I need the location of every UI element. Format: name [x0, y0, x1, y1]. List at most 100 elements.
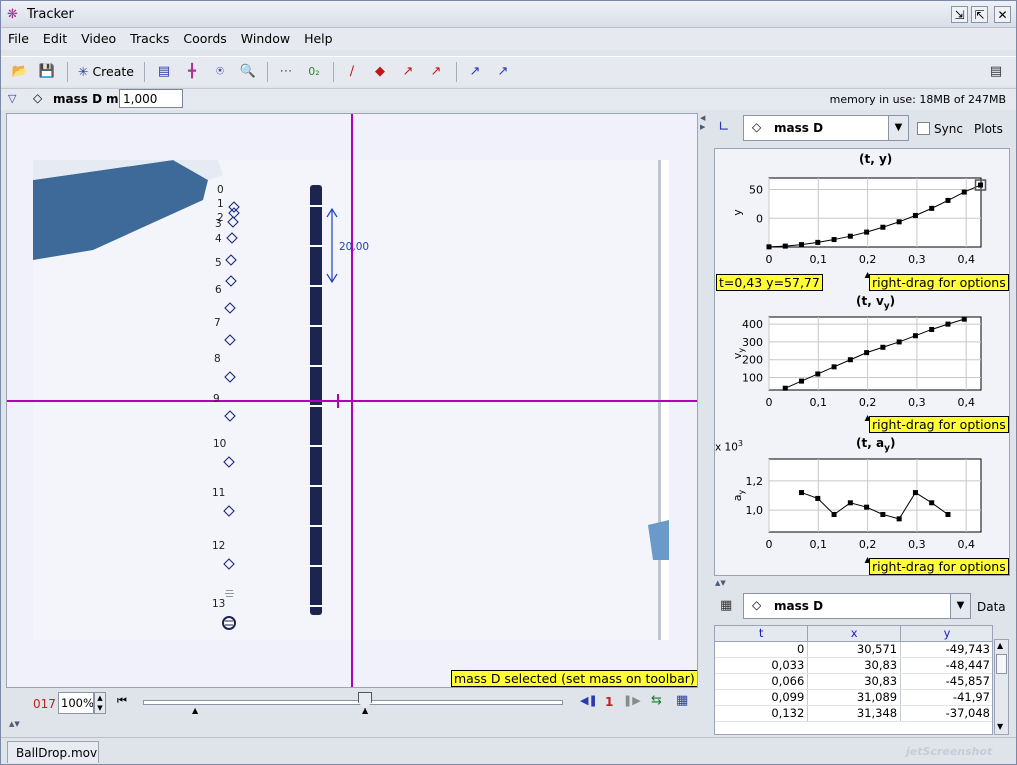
notes-icon[interactable]: ▤	[985, 60, 1007, 84]
frame-slider-track[interactable]	[143, 700, 563, 705]
data-point[interactable]	[799, 378, 805, 384]
table-view-icon[interactable]: ▦	[720, 598, 732, 613]
maximize-icon[interactable]: ⇱	[971, 6, 988, 23]
position-icon[interactable]: ◆	[369, 60, 391, 84]
track-point-marker[interactable]	[224, 334, 236, 346]
zoom-icon[interactable]: 🔍	[237, 60, 259, 84]
data-point[interactable]	[766, 244, 772, 250]
player-menu-icon[interactable]: ▦	[676, 693, 688, 708]
data-point[interactable]	[831, 237, 837, 243]
trail-icon[interactable]: ⋯	[275, 60, 297, 84]
data-point[interactable]	[912, 490, 918, 496]
menu-window[interactable]: Window	[234, 28, 297, 46]
sync-checkbox[interactable]	[917, 122, 930, 135]
table-cell[interactable]: 0,033	[715, 657, 809, 674]
data-point[interactable]	[929, 326, 935, 332]
tab-balldrop[interactable]: BallDrop.mov	[7, 741, 99, 763]
data-point[interactable]	[945, 511, 951, 517]
data-point[interactable]	[864, 229, 870, 235]
column-header-y[interactable]: y	[900, 626, 992, 642]
data-point[interactable]	[782, 385, 788, 391]
data-point[interactable]	[831, 511, 837, 517]
track-point-marker[interactable]	[224, 302, 236, 314]
plot-split-arrows-icon[interactable]: ▲▼	[715, 579, 726, 587]
data-point[interactable]	[929, 500, 935, 506]
table-cell[interactable]: -48,447	[900, 657, 992, 674]
track-point-marker[interactable]	[224, 371, 236, 383]
data-point[interactable]	[880, 511, 886, 517]
plot1-frame[interactable]	[768, 177, 982, 248]
scroll-thumb[interactable]	[996, 654, 1007, 674]
table-cell[interactable]: -49,743	[900, 641, 992, 658]
table-cell[interactable]: -37,048	[900, 705, 992, 722]
acceleration-icon[interactable]: ↗	[425, 60, 447, 84]
menu-edit[interactable]: Edit	[36, 28, 74, 46]
data-point[interactable]	[847, 233, 853, 239]
mass-momentum-icon[interactable]: ↗	[492, 60, 514, 84]
table-cell[interactable]: 31,348	[807, 705, 902, 722]
track-point-marker[interactable]	[225, 275, 237, 287]
data-point[interactable]	[896, 339, 902, 345]
divider-arrows-icon[interactable]: ◀ ▶	[700, 114, 705, 132]
plots-button[interactable]: Plots	[974, 122, 1003, 136]
track-point-marker[interactable]	[227, 216, 239, 228]
table-row[interactable]: 0,132 31,348 -37,048	[715, 705, 992, 722]
track-point-marker[interactable]	[228, 201, 240, 213]
data-table-viewport[interactable]: t x y 0 30,571 -49,743 0,033 30,83 -48,447 0,0…	[714, 625, 993, 735]
data-point[interactable]	[864, 350, 870, 356]
zoom-field[interactable]	[58, 692, 94, 714]
table-cell[interactable]: 0,066	[715, 673, 809, 690]
data-point[interactable]	[815, 371, 821, 377]
data-point[interactable]	[799, 242, 805, 248]
data-point[interactable]	[912, 333, 918, 339]
save-icon[interactable]: 💾	[36, 60, 58, 84]
table-cell[interactable]: 31,089	[807, 689, 902, 706]
step-forward-icon[interactable]: ❚▶	[623, 694, 641, 707]
scroll-down-icon[interactable]: ▼	[997, 722, 1003, 731]
table-cell[interactable]: 0,132	[715, 705, 809, 722]
track-point-marker[interactable]	[223, 505, 235, 517]
table-scrollbar[interactable]: ▲ ▼	[994, 639, 1009, 735]
open-folder-icon[interactable]: 📂	[9, 60, 31, 84]
data-button[interactable]: Data	[977, 600, 1006, 614]
autotracker-icon[interactable]: ⍟	[209, 60, 231, 84]
menu-video[interactable]: Video	[74, 28, 123, 46]
data-point[interactable]	[945, 321, 951, 327]
data-point[interactable]	[896, 219, 902, 225]
velocity-icon[interactable]: ↗	[397, 60, 419, 84]
data-point[interactable]	[961, 316, 967, 322]
data-point[interactable]	[929, 205, 935, 211]
minimize-icon[interactable]: ⇲	[951, 6, 968, 23]
column-header-t[interactable]: t	[715, 626, 809, 642]
table-track-select[interactable]: ◇ mass D ▼	[743, 593, 971, 619]
axes-icon[interactable]: ╋	[181, 60, 203, 84]
table-cell[interactable]: 0	[715, 641, 809, 658]
track-point-marker[interactable]	[228, 207, 240, 219]
menu-coords[interactable]: Coords	[176, 28, 233, 46]
step-back-icon[interactable]: ◀❚	[580, 694, 598, 707]
data-point[interactable]	[799, 490, 805, 496]
momentum-icon[interactable]: ↗	[464, 60, 486, 84]
table-cell[interactable]: -41,97	[900, 689, 992, 706]
data-point[interactable]	[782, 243, 788, 249]
table-cell[interactable]: -45,857	[900, 673, 992, 690]
table-cell[interactable]: 30,83	[807, 673, 902, 690]
plot3-frame[interactable]	[768, 458, 982, 533]
end-marker-icon[interactable]: ▲	[362, 706, 368, 715]
plots-area[interactable]: 0 0,1 0,2 0,3 0,4 50 0 y 0 0,1 0,2 0,3 0,4 400 300 200 1…	[714, 148, 1010, 576]
create-button[interactable]: ✳ Create	[75, 60, 137, 84]
start-marker-icon[interactable]: ▲	[192, 706, 198, 715]
data-point[interactable]	[815, 239, 821, 245]
video-panel[interactable]: 20,00 0 1 2 3 4 5 6 7 8 9 10 11 12 13 mass D selected…	[6, 113, 698, 688]
data-point[interactable]	[912, 212, 918, 218]
track-menu-icon[interactable]: ▽	[8, 92, 16, 105]
scroll-up-icon[interactable]: ▲	[997, 641, 1003, 650]
data-point[interactable]	[880, 224, 886, 230]
data-point[interactable]	[945, 197, 951, 203]
track-name[interactable]: mass D	[53, 92, 102, 106]
close-icon[interactable]: ✕	[994, 6, 1011, 23]
table-row[interactable]: 0,066 30,83 -45,857	[715, 673, 992, 690]
step-size[interactable]: 1	[605, 695, 613, 709]
plot-track-select[interactable]: ◇ mass D ▼	[743, 115, 909, 141]
split-arrows-icon[interactable]: ▲▼	[9, 720, 20, 728]
